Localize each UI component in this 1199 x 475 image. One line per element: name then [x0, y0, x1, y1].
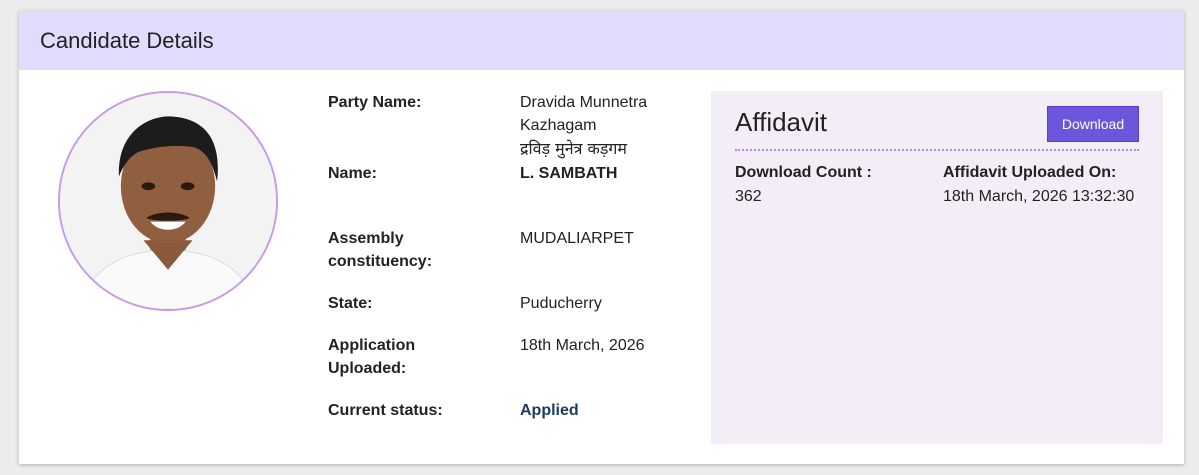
candidate-photo	[58, 91, 278, 311]
state-label: State:	[328, 295, 373, 312]
name-label: Name:	[328, 165, 377, 182]
affidavit-uploaded-value: 18th March, 2026 13:32:30	[943, 188, 1135, 205]
download-count-value: 362	[735, 188, 762, 205]
download-button[interactable]: Download	[1047, 106, 1139, 142]
application-label-line-1: Application	[328, 337, 416, 354]
party-value-line-1: Dravida Munnetra	[520, 94, 648, 111]
status-label: Current status:	[328, 402, 443, 419]
name-value: L. SAMBATH	[520, 165, 618, 182]
constituency-label-line-1: Assembly	[328, 230, 404, 247]
status-value: Applied	[520, 402, 579, 419]
affidavit-divider	[735, 149, 1139, 151]
state-value: Puducherry	[520, 295, 602, 312]
application-value: 18th March, 2026	[520, 337, 645, 354]
affidavit-uploaded-label: Affidavit Uploaded On:	[943, 164, 1117, 181]
candidate-details-card: Candidate Details Party Name: Dravida Mu…	[19, 11, 1184, 464]
affidavit-title: Affidavit	[735, 107, 828, 137]
application-label-line-2: Uploaded:	[328, 360, 407, 377]
application-label: Application Uploaded:	[328, 334, 478, 380]
party-value-hindi: द्रविड़ मुनेत्र कड़गम	[520, 139, 627, 158]
affidavit-panel: Affidavit Download Download Count : 362 …	[711, 91, 1163, 444]
constituency-label: Assembly constituency:	[328, 227, 478, 273]
constituency-value: MUDALIARPET	[520, 230, 634, 247]
party-label: Party Name:	[328, 94, 422, 111]
party-value-line-2: Kazhagam	[520, 117, 597, 134]
affidavit-uploaded: Affidavit Uploaded On: 18th March, 2026 …	[943, 161, 1134, 209]
candidate-photo-image	[60, 93, 276, 309]
page-title: Candidate Details	[40, 27, 214, 53]
constituency-label-line-2: constituency:	[328, 253, 433, 270]
card-header: Candidate Details	[19, 11, 1184, 70]
download-count: Download Count : 362	[735, 161, 872, 209]
download-count-label: Download Count :	[735, 164, 872, 181]
party-value: Dravida Munnetra Kazhagam द्रविड़ मुनेत्…	[520, 91, 690, 160]
